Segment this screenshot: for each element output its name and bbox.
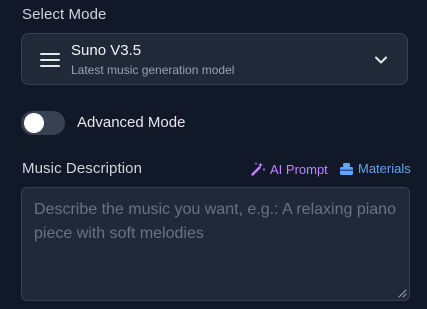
advanced-mode-label: Advanced Mode: [77, 114, 186, 131]
music-description-textarea[interactable]: Describe the music you want, e.g.: A rel…: [21, 187, 410, 301]
hamburger-menu-icon: [40, 52, 62, 68]
mode-selected-name: Suno V3.5: [71, 42, 142, 59]
ai-prompt-button[interactable]: AI Prompt: [250, 161, 328, 177]
resize-grip-icon[interactable]: [398, 289, 407, 298]
magic-wand-icon: [251, 162, 265, 176]
toggle-knob: [24, 113, 44, 133]
materials-button[interactable]: Materials: [339, 161, 411, 176]
materials-label: Materials: [358, 161, 411, 176]
music-generation-panel: Select Mode Suno V3.5 Latest music gener…: [0, 0, 427, 309]
ai-prompt-label: AI Prompt: [270, 161, 328, 177]
mode-selected-description: Latest music generation model: [71, 63, 235, 77]
select-mode-label: Select Mode: [22, 6, 107, 23]
layers-icon: [340, 162, 353, 175]
mode-dropdown[interactable]: Suno V3.5 Latest music generation model: [21, 33, 408, 85]
advanced-mode-toggle[interactable]: [21, 111, 65, 135]
description-placeholder: Describe the music you want, e.g.: A rel…: [34, 201, 396, 242]
music-description-label: Music Description: [22, 160, 143, 177]
chevron-down-icon: [375, 56, 387, 64]
